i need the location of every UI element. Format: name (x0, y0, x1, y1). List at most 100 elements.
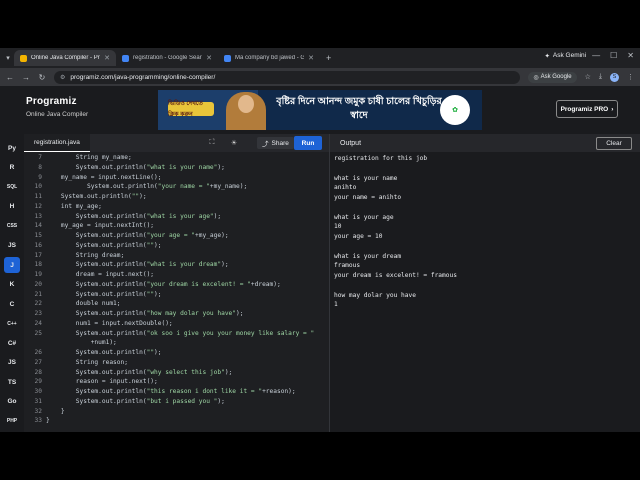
code-text: my_age = input.nextInt(); (46, 222, 155, 230)
code-text: System.out.println("ok soo i give you yo… (46, 329, 315, 337)
minimize-icon[interactable]: — (592, 51, 600, 60)
programiz-pro-button[interactable]: Programiz PRO › (556, 100, 618, 118)
line-number: 25 (34, 329, 42, 337)
share-icon: ⤴ (262, 141, 269, 148)
code-line[interactable]: 12 int my_age; (24, 202, 330, 212)
profile-avatar[interactable]: S (610, 72, 619, 82)
sidebar-language-item[interactable]: CSS (4, 218, 20, 234)
url-text: programiz.com/java-programming/online-co… (70, 73, 216, 81)
code-line[interactable]: 26 System.out.println(""); (24, 348, 330, 358)
output-line: framous (334, 262, 361, 270)
theme-toggle-icon[interactable]: ☀ (228, 137, 240, 149)
downloads-icon[interactable]: ⤓ (599, 73, 602, 81)
line-number: 21 (34, 290, 42, 298)
output-line: your dream is excelent! = framous (334, 272, 457, 279)
line-number: 15 (34, 232, 42, 239)
code-line[interactable]: 8 System.out.println("what is your name"… (24, 163, 330, 173)
sidebar-language-item[interactable]: C# (4, 335, 20, 351)
browser-tab[interactable]: Online Java Compiler - Programiz ✕ (14, 50, 116, 66)
run-button[interactable]: Run (294, 136, 322, 150)
file-tab[interactable]: registration.java (24, 134, 90, 152)
browser-tab[interactable]: Ma company bd jawed - Google✕ (218, 50, 320, 66)
maximize-icon[interactable]: ☐ (610, 51, 617, 60)
address-bar[interactable]: ⚙ programiz.com/java-programming/online-… (54, 70, 521, 84)
line-number: 12 (34, 202, 42, 210)
output-line: your name = anihto (334, 194, 402, 201)
close-tab-icon[interactable]: ✕ (104, 54, 110, 62)
clear-button[interactable]: Clear (596, 137, 632, 150)
sidebar-language-item[interactable]: R (4, 160, 20, 176)
code-line[interactable]: 24 num1 = input.nextDouble(); (24, 319, 330, 329)
ad-video-button[interactable]: ভিডিও দেখতে ক্লিক করুন (168, 101, 214, 118)
bookmark-star-icon[interactable]: ☆ (585, 73, 591, 81)
code-line[interactable]: 11 System.out.println(""); (24, 192, 330, 202)
code-line[interactable]: 31 System.out.println("but i passed you … (24, 397, 330, 407)
tab-favicon-icon (224, 54, 231, 62)
code-line[interactable]: 30 System.out.println("this reason i don… (24, 387, 330, 397)
output-console[interactable]: registration for this job what is your na… (330, 152, 640, 432)
code-line[interactable]: 23 System.out.println("how may dolar you… (24, 309, 330, 319)
code-line[interactable]: 17 String dream; (24, 251, 330, 261)
sidebar-language-item[interactable]: J (4, 257, 20, 273)
code-line[interactable]: 32 } (24, 407, 330, 417)
sidebar-language-item[interactable]: PHP (4, 413, 20, 429)
back-icon[interactable]: ← (6, 73, 14, 82)
code-text: System.out.println("what is your name"); (46, 163, 225, 171)
code-line[interactable]: 27 String reason; (24, 358, 330, 368)
close-window-icon[interactable]: ✕ (627, 51, 634, 60)
menu-icon[interactable]: ⋮ (627, 73, 634, 81)
ask-gemini-button[interactable]: ✦ Ask Gemini (544, 52, 586, 60)
sidebar-language-item[interactable]: C++ (4, 316, 20, 332)
sidebar-language-item[interactable]: TS (4, 374, 20, 390)
letterbox-bottom (0, 432, 640, 480)
code-line[interactable]: 14 my_age = input.nextInt(); (24, 221, 330, 231)
programiz-logo[interactable]: Programiz (26, 96, 88, 107)
ask-google-button[interactable]: ◎ Ask Google (528, 71, 577, 83)
reload-icon[interactable]: ↻ (38, 73, 46, 82)
code-line[interactable]: 9 my_name = input.nextLine(); (24, 173, 330, 183)
ask-gemini-label: Ask Gemini (552, 52, 587, 59)
tab-search-icon[interactable]: ▾ (4, 54, 12, 62)
close-tab-icon[interactable]: ✕ (308, 54, 314, 62)
code-line[interactable]: 16 System.out.println(""); (24, 241, 330, 251)
new-tab-button[interactable]: + (320, 53, 337, 63)
code-line[interactable]: 22 double num1; (24, 299, 330, 309)
code-line[interactable]: 15 System.out.println("your age = "+my_a… (24, 231, 330, 241)
line-number: 10 (34, 183, 42, 191)
output-line: what is your name (334, 174, 398, 182)
code-text: double num1; (46, 300, 121, 308)
sidebar-language-item[interactable]: K (4, 277, 20, 293)
brand[interactable]: Programiz Online Java Compiler (26, 96, 88, 118)
code-line[interactable]: 29 reason = input.next(); (24, 377, 330, 387)
line-number: 20 (34, 280, 42, 288)
code-line[interactable]: 7 String my_name; (24, 153, 330, 163)
sidebar-language-item[interactable]: C (4, 296, 20, 312)
fullscreen-icon[interactable]: ⛶ (206, 137, 218, 149)
sidebar-language-item[interactable]: H (4, 199, 20, 215)
editor-header: registration.java ⛶ ☀ ⤴ Share Run (24, 134, 330, 152)
site-info-icon[interactable]: ⚙ (60, 74, 65, 81)
code-line[interactable]: +num1); (24, 338, 330, 348)
code-line[interactable]: 25 System.out.println("ok soo i give you… (24, 329, 330, 339)
sidebar-language-item[interactable]: Go (4, 394, 20, 410)
code-line[interactable]: 20 System.out.println("your dream is exc… (24, 280, 330, 290)
code-line[interactable]: 10 System.out.println("your name = "+my_… (24, 182, 330, 192)
sidebar-language-item[interactable]: Py (4, 140, 20, 156)
line-number: 32 (34, 407, 42, 415)
code-line[interactable]: 18 System.out.println("what is your drea… (24, 260, 330, 270)
code-line[interactable]: 33} (24, 416, 330, 426)
forward-icon[interactable]: → (22, 73, 30, 82)
share-button[interactable]: ⤴ Share (257, 137, 294, 149)
browser-tab[interactable]: registration - Google Search ✕ (116, 50, 218, 66)
code-line[interactable]: 21 System.out.println(""); (24, 290, 330, 300)
close-tab-icon[interactable]: ✕ (206, 54, 212, 62)
code-editor[interactable]: 7 String my_name; 8 System.out.println("w… (24, 152, 330, 432)
code-line[interactable]: 28 System.out.println("why select this j… (24, 368, 330, 378)
advertisement-banner[interactable]: ভিডিও দেখতে ক্লিক করুন বৃষ্টির দিনে আনন্… (158, 90, 482, 130)
code-line[interactable]: 19 dream = input.next(); (24, 270, 330, 280)
code-line[interactable]: 13 System.out.println("what is your age"… (24, 212, 330, 222)
sidebar-language-item[interactable]: SQL (4, 179, 20, 195)
output-line: how may dolar you have (334, 291, 416, 299)
sidebar-language-item[interactable]: JS (4, 355, 20, 371)
sidebar-language-item[interactable]: JS (4, 238, 20, 254)
